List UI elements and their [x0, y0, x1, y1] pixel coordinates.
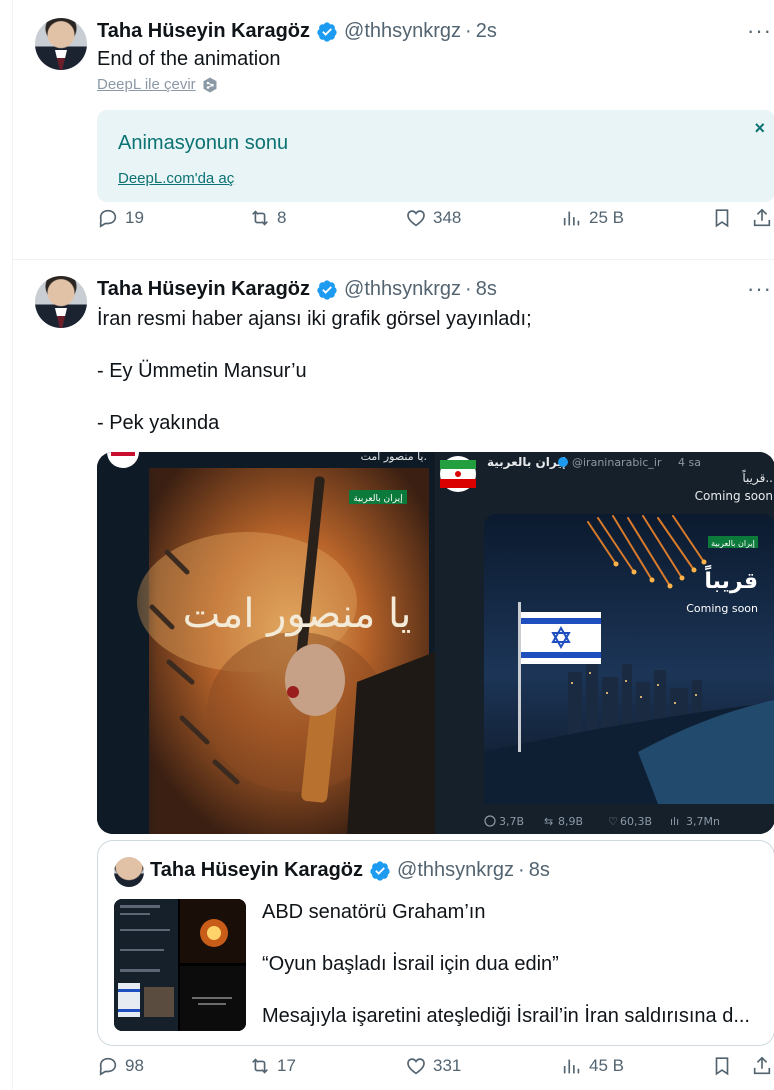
translation-text: Animasyonun sonu: [118, 132, 289, 154]
embedded-views-count: 3,7Mn: [686, 815, 720, 828]
bookmark-button[interactable]: [711, 1055, 733, 1077]
embedded-timestamp: 4 sa: [678, 456, 701, 469]
resistance-poster-image: إيران بالعربية يا منصور امت يا منصور امت…: [97, 452, 435, 834]
share-button[interactable]: [751, 207, 773, 229]
separator-dot: ·: [518, 859, 525, 881]
tweet-text-line: İran resmi haber ajansı iki grafik görse…: [97, 308, 532, 330]
author-name[interactable]: Taha Hüseyin Karagöz: [97, 278, 310, 301]
tweet-header: Taha Hüseyin Karagöz @thhsynkrgz · 8s: [97, 278, 497, 301]
tweet-text: End of the animation: [97, 48, 281, 70]
repost-icon: [252, 1058, 268, 1074]
more-options-icon[interactable]: ···: [747, 18, 772, 44]
tweet[interactable]: Taha Hüseyin Karagöz @thhsynkrgz · 8s ··…: [12, 260, 774, 1090]
tweet[interactable]: Taha Hüseyin Karagöz @thhsynkrgz · 2s ··…: [12, 0, 774, 260]
author-name[interactable]: Taha Hüseyin Karagöz: [97, 20, 310, 43]
reply-icon: [99, 1057, 117, 1076]
verified-badge-icon: [317, 21, 337, 42]
translate-link[interactable]: DeepL ile çevir: [97, 76, 218, 93]
quoted-text-line: “Oyun başladı İsrail için dua edin”: [262, 953, 559, 975]
reply-button[interactable]: 98: [97, 1055, 144, 1077]
timestamp[interactable]: 8s: [476, 278, 497, 301]
poster-title-ar: قريباً: [704, 564, 758, 594]
reply-count: 98: [125, 1056, 144, 1075]
bookmark-icon: [715, 209, 729, 228]
heart-icon: [407, 210, 425, 227]
author-handle[interactable]: @thhsynkrgz: [344, 278, 461, 301]
embedded-text-ar: قريباً..: [742, 469, 773, 486]
share-icon: [753, 1056, 771, 1075]
quoted-tweet[interactable]: Taha Hüseyin Karagöz @thhsynkrgz · 8s AB…: [97, 840, 774, 1046]
views-count: 45 B: [589, 1056, 624, 1075]
bookmark-button[interactable]: [711, 207, 733, 229]
views-button[interactable]: 25 B: [561, 207, 624, 229]
embedded-author-handle: @iraninarabic_ir: [572, 456, 662, 469]
embedded-tweet-screenshot: إيران بالعربية @iraninarabic_ir 4 sa قري…: [440, 455, 774, 828]
like-button[interactable]: 331: [405, 1055, 461, 1077]
verified-badge-icon: [317, 279, 337, 300]
deepl-icon: [203, 77, 217, 92]
repost-icon: [252, 210, 268, 226]
verified-badge-icon: [370, 860, 390, 881]
share-button[interactable]: [751, 1055, 773, 1077]
media-caption: يا منصور امت.: [361, 452, 427, 463]
quoted-media-collage: [114, 899, 246, 1031]
quoted-media-thumbnail: [114, 899, 246, 1031]
media-image-right[interactable]: إيران بالعربية @iraninarabic_ir 4 sa قري…: [438, 452, 774, 834]
share-icon: [753, 208, 771, 227]
media-badge: إيران بالعربية: [711, 539, 755, 549]
media-grid: إيران بالعربية يا منصور امت يا منصور امت…: [97, 452, 774, 834]
avatar[interactable]: [35, 276, 87, 328]
tweet-text-line: - Pek yakında: [97, 412, 220, 434]
views-count: 25 B: [589, 208, 624, 227]
reply-icon: [99, 209, 117, 228]
repost-button[interactable]: 17: [249, 1055, 296, 1077]
media-badge: إيران بالعربية: [353, 494, 402, 504]
like-count: 331: [433, 1056, 462, 1075]
quoted-author-name: Taha Hüseyin Karagöz: [150, 859, 364, 881]
close-translation-icon[interactable]: ×: [754, 118, 765, 139]
views-icon: [563, 1059, 580, 1074]
embedded-repost-icon: ⇆: [544, 815, 553, 828]
avatar[interactable]: [35, 18, 87, 70]
heart-icon: [407, 1058, 425, 1075]
separator-dot: ·: [465, 20, 472, 42]
media-image-left[interactable]: إيران بالعربية يا منصور امت يا منصور امت…: [97, 452, 435, 834]
reply-button[interactable]: 19: [97, 207, 144, 229]
quoted-avatar: [114, 857, 144, 887]
embedded-heart-icon: ♡: [608, 815, 618, 828]
quoted-tweet-header: Taha Hüseyin Karagöz @thhsynkrgz · 8s: [150, 859, 550, 882]
reply-count: 19: [125, 208, 144, 227]
tweet-text-line: - Ey Ümmetin Mansur’u: [97, 360, 307, 382]
like-button[interactable]: 348: [405, 207, 461, 229]
views-button[interactable]: 45 B: [561, 1055, 624, 1077]
repost-button[interactable]: 8: [249, 207, 286, 229]
bookmark-icon: [715, 1057, 729, 1076]
poster-calligraphy: يا منصور امت: [183, 591, 412, 637]
views-icon: [563, 211, 580, 226]
open-deepl-link[interactable]: DeepL.com'da aç: [118, 170, 234, 187]
repost-count: 8: [277, 208, 287, 227]
poster-title-en: Coming soon: [686, 602, 758, 615]
embedded-reply-count: 3,7B: [499, 815, 524, 828]
embedded-repost-count: 8,9B: [558, 815, 583, 828]
timestamp[interactable]: 2s: [476, 20, 497, 43]
quoted-text-line: ABD senatörü Graham’ın: [262, 901, 486, 923]
embedded-like-count: 60,3B: [620, 815, 652, 828]
quoted-text-line: Mesajıyla işaretini ateşlediği İsrail’in…: [262, 1005, 750, 1027]
quoted-timestamp: 8s: [528, 859, 550, 881]
tweet-header: Taha Hüseyin Karagöz @thhsynkrgz · 2s: [97, 20, 497, 43]
separator-dot: ·: [465, 278, 472, 300]
author-handle[interactable]: @thhsynkrgz: [344, 20, 461, 43]
embedded-views-icon: ılı: [670, 815, 679, 828]
embedded-text-en: Coming soon: [695, 489, 773, 503]
repost-count: 17: [277, 1056, 296, 1075]
quoted-author-handle: @thhsynkrgz: [397, 859, 515, 881]
more-options-icon[interactable]: ···: [747, 276, 772, 302]
translation-box: Animasyonun sonu DeepL.com'da aç ×: [97, 110, 774, 202]
embedded-author-name: إيران بالعربية: [487, 455, 566, 469]
like-count: 348: [433, 208, 462, 227]
translate-link-label: DeepL ile çevir: [97, 76, 196, 93]
